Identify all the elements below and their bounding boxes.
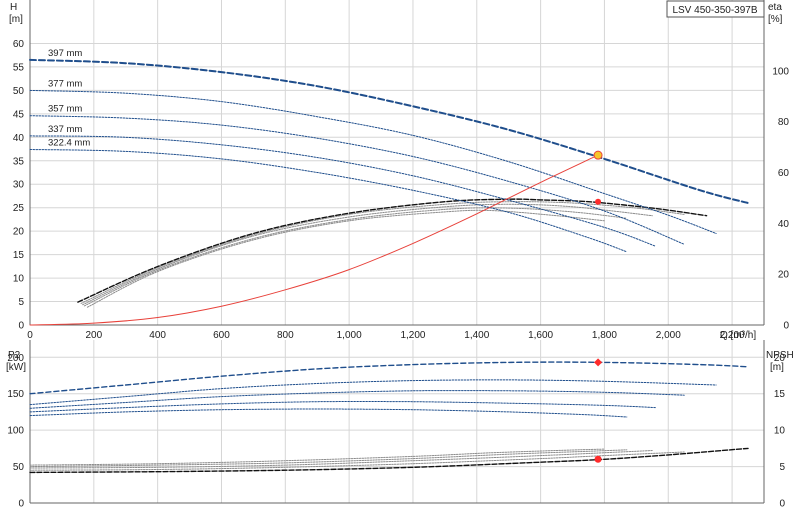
head-curve-label: 397 mm [48,48,82,59]
efficiency-tick-label: 20 [778,270,790,281]
power-curve [29,361,749,395]
head-panel-grid [29,0,764,326]
operating-point-marker [593,150,603,160]
npsh-axis-unit: [m] [770,362,784,373]
chart-series [29,58,749,474]
power-tick-label: 150 [7,389,24,400]
efficiency-curve [77,198,708,303]
x-tick-label: 200 [85,330,102,341]
x-tick-label: 600 [213,330,230,341]
efficiency-tick-label: 80 [778,117,790,128]
efficiency-tick-label: 0 [783,321,789,332]
efficiency-tick-label: 40 [778,219,790,230]
head-tick-label: 15 [13,250,25,261]
efficiency-axis-unit: [%] [768,14,783,25]
x-tick-label: 0 [27,330,33,341]
head-curve-label: 357 mm [48,104,82,115]
x-tick-label: 1,800 [592,330,617,341]
npsh-tick-label: 5 [779,462,785,473]
power-tick-label: 0 [18,499,24,510]
x-tick-label: 1,000 [337,330,362,341]
model-label: LSV 450-350-397B [672,5,757,16]
efficiency-curve [83,207,628,307]
efficiency-curve [86,209,605,308]
head-tick-label: 60 [13,39,25,50]
chart-labels: 0 200 400 600 800 1,000 1,200 1,400 1,600 1,800 2,… [7,39,789,510]
power-axis-unit: [kW] [6,362,26,373]
npsh-tick-label: 10 [774,426,786,437]
head-curve [29,149,628,253]
head-axis-unit: [m] [9,14,23,25]
efficiency-axis-label: eta [768,2,782,13]
efficiency-tick-label: 100 [772,66,789,77]
power-panel-grid [29,340,764,504]
x-tick-label: 1,600 [528,330,553,341]
npsh-axis-label: NPSH [766,350,794,361]
x-tick-label: 2,000 [656,330,681,341]
x-tick-label: 1,200 [400,330,425,341]
head-axis-label: H [10,2,17,13]
head-curve-label: 337 mm [48,124,82,135]
head-tick-label: 0 [18,321,24,332]
head-tick-label: 45 [13,109,25,120]
power-axis-label: P2 [8,350,21,361]
efficiency-tick-label: 60 [778,168,790,179]
head-tick-label: 30 [13,180,25,191]
head-curve [29,58,749,204]
head-tick-label: 25 [13,203,25,214]
head-curve-label: 322.4 mm [48,138,90,149]
x-tick-label: 400 [149,330,166,341]
efficiency-point-marker [595,198,602,205]
head-tick-label: 50 [13,86,25,97]
model-label-box: LSV 450-350-397B [666,0,765,18]
power-tick-label: 100 [7,426,24,437]
x-tick-label: 1,400 [464,330,489,341]
head-tick-label: 5 [18,297,24,308]
head-curve [29,115,685,245]
npsh-tick-label: 0 [779,499,785,510]
pump-performance-chart: 0 200 400 600 800 1,000 1,200 1,400 1,600 1,800 2,… [6,0,794,510]
power-curve [29,408,628,418]
head-tick-label: 40 [13,133,25,144]
system-curve [29,154,599,326]
head-tick-label: 55 [13,62,25,73]
npsh-curve [29,447,749,474]
head-curve-label: 377 mm [48,78,82,89]
head-tick-label: 20 [13,227,25,238]
npsh-point-marker [594,455,602,463]
npsh-tick-label: 15 [774,389,786,400]
x-tick-label: 800 [277,330,294,341]
flow-axis-label: Q [m³/h] [720,330,756,341]
power-tick-label: 50 [13,462,25,473]
head-tick-label: 35 [13,156,25,167]
head-tick-label: 10 [13,274,25,285]
head-curve [29,135,656,247]
chart-axes [29,0,765,504]
power-point-marker [594,358,603,367]
